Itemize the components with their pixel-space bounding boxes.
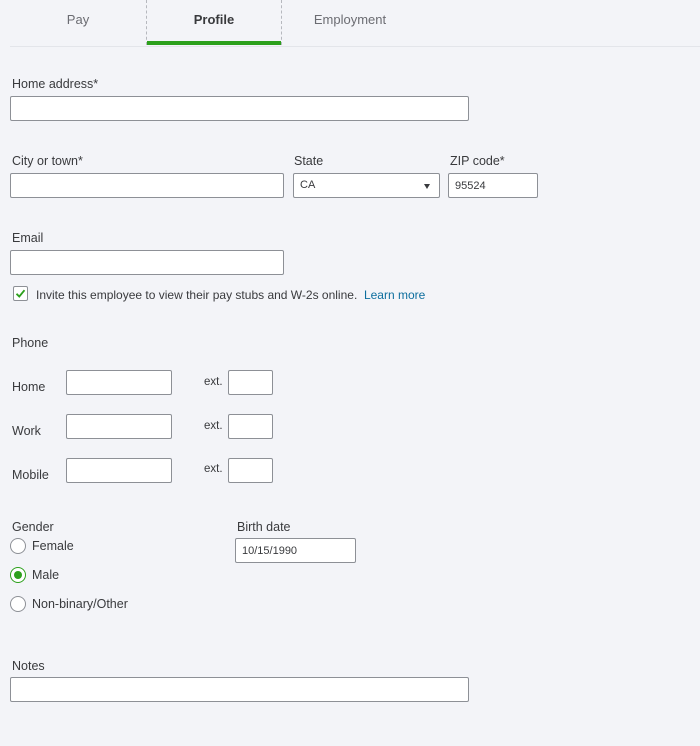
gender-male-radio[interactable] xyxy=(10,567,26,583)
tab-pay[interactable]: Pay xyxy=(10,0,146,45)
phone-work-label: Work xyxy=(12,424,41,438)
home-address-label: Home address* xyxy=(12,77,99,91)
home-address-input[interactable] xyxy=(10,96,469,121)
phone-mobile-ext-input[interactable] xyxy=(228,458,273,483)
state-select-value: CA xyxy=(300,179,316,191)
phone-mobile-ext-label: ext. xyxy=(204,463,223,475)
notes-input[interactable] xyxy=(10,677,469,702)
gender-female-radio[interactable] xyxy=(10,538,26,554)
birth-date-input[interactable] xyxy=(235,538,356,563)
invite-text: Invite this employee to view their pay s… xyxy=(36,288,358,302)
gender-nonbinary-radio[interactable] xyxy=(10,596,26,612)
gender-label: Gender xyxy=(12,520,54,534)
birth-date-label: Birth date xyxy=(237,520,291,534)
invite-checkbox[interactable] xyxy=(13,286,28,301)
phone-home-input[interactable] xyxy=(66,370,172,395)
chevron-down-icon xyxy=(424,184,430,189)
gender-male-label: Male xyxy=(32,568,60,582)
phone-home-ext-label: ext. xyxy=(204,376,223,388)
zip-label: ZIP code* xyxy=(450,154,505,168)
phone-mobile-label: Mobile xyxy=(12,468,49,482)
state-select[interactable]: CA xyxy=(293,173,440,198)
phone-home-ext-input[interactable] xyxy=(228,370,273,395)
zip-input[interactable] xyxy=(448,173,538,198)
email-label: Email xyxy=(12,231,44,245)
phone-work-ext-label: ext. xyxy=(204,420,223,432)
city-label: City or town* xyxy=(12,154,83,168)
notes-label: Notes xyxy=(12,659,45,673)
email-input[interactable] xyxy=(10,250,284,275)
tab-bar: Pay Profile Employment xyxy=(10,0,700,47)
tab-profile[interactable]: Profile xyxy=(146,0,282,45)
phone-work-input[interactable] xyxy=(66,414,172,439)
state-label: State xyxy=(294,154,324,168)
learn-more-link[interactable]: Learn more xyxy=(364,288,425,302)
tab-employment[interactable]: Employment xyxy=(282,0,418,45)
phone-mobile-input[interactable] xyxy=(66,458,172,483)
phone-work-ext-input[interactable] xyxy=(228,414,273,439)
gender-nonbinary-label: Non-binary/Other xyxy=(32,597,128,611)
invite-text-row: Invite this employee to view their pay s… xyxy=(36,288,425,302)
phone-home-label: Home xyxy=(12,380,46,394)
phone-label: Phone xyxy=(12,336,49,350)
city-input[interactable] xyxy=(10,173,284,198)
gender-female-label: Female xyxy=(32,539,74,553)
checkmark-icon xyxy=(15,289,26,298)
